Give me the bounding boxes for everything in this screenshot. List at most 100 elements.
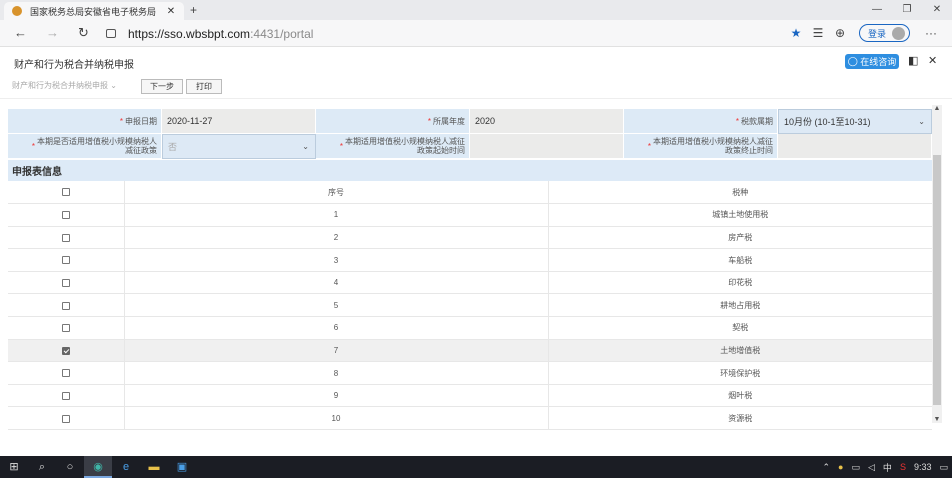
row-index: 10	[124, 406, 549, 431]
notifications-icon[interactable]: ▭	[939, 462, 948, 473]
select-all-checkbox[interactable]	[61, 188, 70, 197]
edge-icon[interactable]: e	[112, 456, 140, 478]
refresh-icon[interactable]: ↻	[78, 25, 89, 41]
row-checkbox[interactable]	[61, 392, 70, 401]
chevron-down-icon: ⌄	[918, 117, 925, 126]
policy-end-label: * 本期适用增值税小规模纳税人减征 政策终止时间	[624, 134, 778, 159]
profile-button[interactable]: 登录	[858, 24, 910, 42]
windows-start-icon[interactable]: ⊞	[0, 456, 28, 478]
window-mode-icon[interactable]: ◧	[908, 54, 918, 67]
row-tax-name: 印花税	[548, 271, 932, 295]
online-consult-button[interactable]: ◯ 在线咨询	[845, 54, 899, 69]
minimize-icon[interactable]: —	[862, 0, 892, 20]
browser-actions: ★ ☰ ⊕ 登录 ···	[785, 24, 942, 42]
declare-date-label: * 申报日期	[8, 109, 162, 134]
label-line-2: 减征政策	[125, 146, 157, 155]
browser-tab[interactable]: 国家税务总局安徽省电子税务局 ✕	[4, 2, 184, 20]
restore-icon[interactable]: ❐	[892, 0, 922, 20]
tax-header: 税种	[548, 181, 932, 205]
row-select-cell	[8, 316, 125, 340]
task-view-icon[interactable]: ○	[56, 456, 84, 478]
store-icon[interactable]: ▣	[168, 456, 196, 478]
required-marker: *	[339, 141, 343, 151]
row-tax-name: 土地增值税	[548, 339, 932, 363]
table-row[interactable]: 3 车船税	[8, 248, 932, 272]
row-checkbox[interactable]	[61, 369, 70, 378]
table-row[interactable]: 8 环境保护税	[8, 361, 932, 385]
next-step-button[interactable]: 下一步	[141, 79, 183, 94]
collections-icon[interactable]: ⊕	[829, 26, 851, 40]
fiscal-year-label: * 所属年度	[316, 109, 470, 134]
row-select-cell	[8, 271, 125, 295]
show-hidden-icons-icon[interactable]: ⌃	[823, 462, 831, 473]
taskbar: ⊞ ⌕ ○ ◉ e ▬ ▣ ⌃ ● ▭ ◁ 中 S 9:33 ▭	[0, 456, 952, 478]
edge-dev-icon[interactable]: ◉	[84, 456, 112, 478]
select-all-cell	[8, 181, 125, 205]
table-row[interactable]: 9 烟叶税	[8, 384, 932, 408]
row-checkbox[interactable]	[61, 256, 70, 265]
table-row[interactable]: 6 契税	[8, 316, 932, 340]
row-tax-name: 环境保护税	[548, 361, 932, 385]
scroll-up-icon[interactable]: ▲	[932, 105, 942, 112]
small-scale-policy-label: * 本期是否适用增值税小规模纳税人 减征政策	[8, 134, 162, 159]
table-row[interactable]: 5 耕地占用税	[8, 293, 932, 318]
row-tax-name: 车船税	[548, 248, 932, 272]
favorites-list-icon[interactable]: ☰	[807, 26, 829, 40]
chevron-down-icon: ⌄	[302, 142, 309, 151]
declare-date-field[interactable]: 2020-11-27	[162, 109, 316, 134]
small-scale-policy-select[interactable]: 否 ⌄	[162, 134, 316, 159]
sogou-icon[interactable]: S	[900, 462, 906, 472]
row-select-cell	[8, 384, 125, 408]
row-checkbox[interactable]	[61, 346, 70, 355]
lock-icon	[106, 29, 116, 38]
clock[interactable]: 9:33	[914, 462, 932, 472]
new-tab-icon[interactable]: +	[190, 3, 197, 17]
ime-indicator[interactable]: 中	[883, 461, 892, 474]
address-input[interactable]: https://sso.wbsbpt.com:4431/portal	[106, 23, 786, 44]
table-row[interactable]: 4 印花税	[8, 271, 932, 295]
window-close-icon[interactable]: ✕	[922, 0, 952, 20]
row-checkbox[interactable]	[61, 233, 70, 242]
page-close-icon[interactable]: ✕	[928, 54, 937, 67]
row-checkbox[interactable]	[61, 211, 70, 220]
table-row[interactable]: 2 房产税	[8, 226, 932, 250]
tax-period-select[interactable]: 10月份 (10-1至10-31) ⌄	[778, 109, 932, 134]
search-icon[interactable]: ⌕	[28, 456, 56, 478]
row-index: 5	[124, 293, 549, 318]
vertical-scrollbar[interactable]: ▲ ▼	[932, 105, 942, 423]
form-type-select[interactable]: 财产和行为税合并纳税申报 ⌄	[12, 80, 117, 94]
small-scale-policy-value: 否	[168, 142, 178, 152]
policy-start-field[interactable]	[470, 134, 624, 159]
row-index: 8	[124, 361, 549, 385]
fiscal-year-field[interactable]: 2020	[470, 109, 624, 134]
row-checkbox[interactable]	[61, 301, 70, 310]
close-tab-icon[interactable]: ✕	[164, 6, 178, 17]
row-checkbox[interactable]	[61, 414, 70, 423]
row-checkbox[interactable]	[61, 279, 70, 288]
required-marker: *	[119, 116, 123, 126]
chevron-down-icon: ⌄	[110, 81, 117, 90]
policy-end-label-text: 本期适用增值税小规模纳税人减征 政策终止时间	[653, 137, 773, 155]
table-row[interactable]: 7 土地增值税	[8, 339, 932, 363]
print-button[interactable]: 打印	[186, 79, 222, 94]
more-menu-icon[interactable]: ···	[920, 26, 942, 40]
site-favicon-icon	[12, 6, 22, 16]
forward-icon[interactable]: →	[46, 25, 59, 40]
network-icon[interactable]: ▭	[851, 462, 860, 473]
scroll-down-icon[interactable]: ▼	[932, 416, 942, 423]
table-row[interactable]: 10 资源税	[8, 406, 932, 431]
back-icon[interactable]: ←	[14, 25, 27, 40]
file-explorer-icon[interactable]: ▬	[140, 456, 168, 478]
label-line-1: 本期是否适用增值税小规模纳税人	[37, 137, 157, 146]
scroll-thumb[interactable]	[933, 155, 941, 405]
policy-end-field[interactable]	[778, 134, 932, 159]
row-checkbox[interactable]	[61, 324, 70, 333]
required-marker: *	[427, 116, 431, 126]
app-tray-icon[interactable]: ●	[838, 462, 843, 472]
favorite-star-icon[interactable]: ★	[785, 26, 807, 40]
table-row[interactable]: 1 城镇土地使用税	[8, 203, 932, 227]
required-marker: *	[31, 141, 35, 151]
volume-icon[interactable]: ◁	[868, 462, 875, 473]
tax-period-label-text: 税款属期	[741, 116, 773, 126]
required-marker: *	[735, 116, 739, 126]
